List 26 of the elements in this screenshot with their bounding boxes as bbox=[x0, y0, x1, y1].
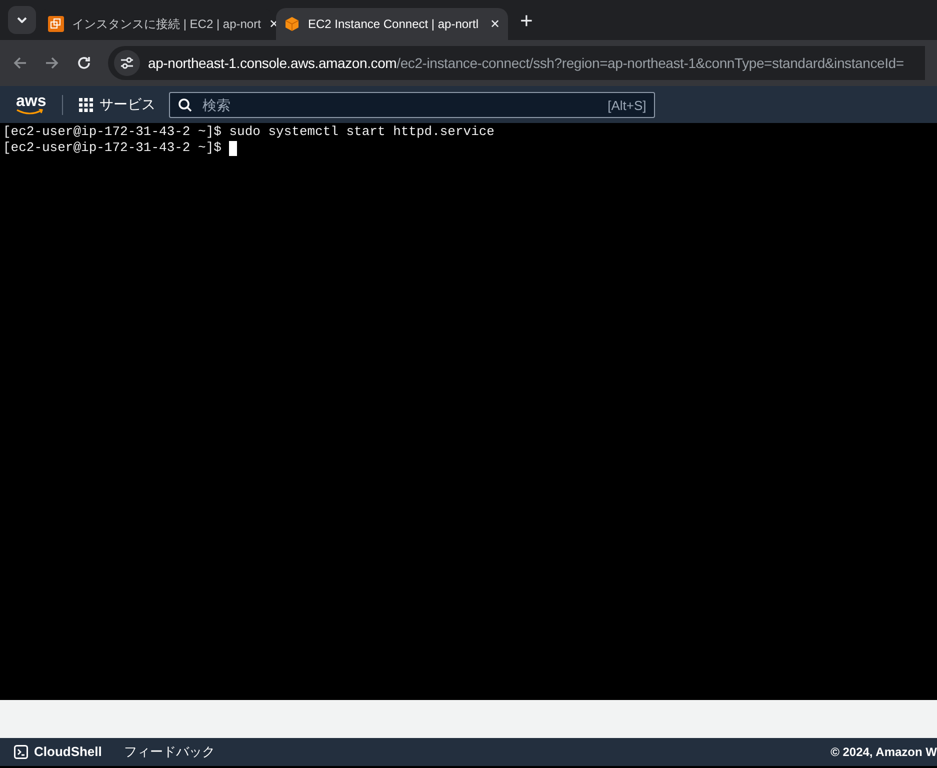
url-text: ap-northeast-1.console.aws.amazon.com/ec2-instance-connect/ssh?region=ap-northeast-1&connType=standard&instanceId= bbox=[148, 54, 904, 73]
window-icon bbox=[48, 16, 64, 32]
tab-list-button[interactable] bbox=[8, 6, 36, 34]
services-menu-button[interactable]: サービス bbox=[79, 94, 156, 115]
tab-title: インスタンスに接続 | EC2 | ap-nort bbox=[72, 16, 261, 33]
chevron-down-icon bbox=[17, 17, 27, 23]
forward-arrow-icon[interactable] bbox=[44, 55, 60, 71]
address-bar[interactable]: ap-northeast-1.console.aws.amazon.com/ec2-instance-connect/ssh?region=ap-northeast-1&connType=standard&instanceId= bbox=[108, 46, 925, 80]
grid-icon bbox=[79, 98, 94, 112]
aws-logo[interactable]: aws bbox=[16, 94, 46, 116]
site-info-icon[interactable] bbox=[114, 50, 140, 76]
reload-icon[interactable] bbox=[76, 55, 92, 71]
tab-title: EC2 Instance Connect | ap-nortl bbox=[308, 16, 480, 33]
close-tab-button[interactable]: ✕ bbox=[490, 15, 500, 33]
shortcut-hint: [Alt+S] bbox=[608, 96, 646, 115]
terminal-line: [ec2-user@ip-172-31-43-2 ~]$ bbox=[3, 140, 937, 156]
cube-icon bbox=[284, 16, 300, 32]
terminal-icon bbox=[14, 745, 28, 759]
back-arrow-icon[interactable] bbox=[12, 55, 28, 71]
feedback-link[interactable]: フィードバック bbox=[124, 742, 215, 762]
cloudshell-button[interactable]: CloudShell bbox=[14, 742, 102, 762]
search-icon bbox=[178, 98, 192, 112]
browser-tab[interactable]: EC2 Instance Connect | ap-nortl ✕ bbox=[276, 8, 508, 40]
terminal-line: [ec2-user@ip-172-31-43-2 ~]$ sudo systemctl start httpd.service bbox=[3, 124, 496, 140]
copyright-text: © 2024, Amazon W bbox=[830, 744, 937, 761]
new-tab-button[interactable]: + bbox=[512, 10, 541, 32]
